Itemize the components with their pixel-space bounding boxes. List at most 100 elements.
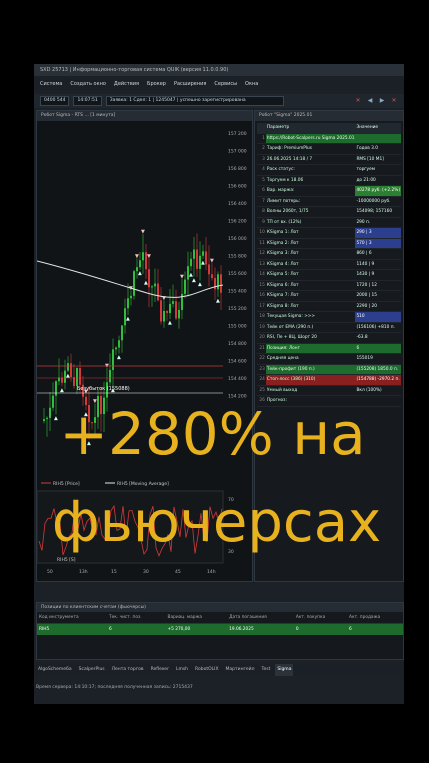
table-row[interactable]: 7 Лимит потерь: -10000000 руб. — [257, 196, 401, 207]
menu-actions[interactable]: Действия — [114, 78, 139, 90]
sell-marker-icon: ▼ — [180, 274, 184, 280]
param-value: (154788) -2970.2 п. — [355, 374, 401, 386]
candle-body — [202, 251, 204, 256]
candle-body — [121, 325, 123, 341]
chart-panel-title: Робот Sigma - RTS ... [1 минута] — [37, 111, 252, 121]
buy-marker-icon: ▲ — [198, 282, 202, 288]
row-number: 10 — [257, 227, 266, 239]
table-row[interactable]: 18 Текущая Sigma: >>> 510 — [257, 311, 401, 323]
account-field[interactable]: 0400 544 — [40, 96, 70, 106]
param-name: Лимит потерь: — [265, 196, 356, 207]
table-row[interactable]: 1 https://Robot-Scalpers.ru Sigma 2025.01 — [257, 133, 401, 144]
table-row[interactable]: 10 КSigma 1: Лот 290 | 3 — [257, 227, 401, 239]
price-tick-label: 154 200 — [228, 394, 247, 400]
window-tabs: AlgoScheme6a ScalperPlus Лента торгов Refle… — [34, 664, 404, 676]
row-number: 5 — [257, 175, 266, 186]
param-value: 290 | 3 — [355, 227, 401, 239]
menu-windows[interactable]: Окна — [245, 78, 258, 90]
menu-system[interactable]: Система — [40, 78, 62, 90]
row-number: 14 — [257, 269, 266, 281]
param-value: 155019 — [355, 353, 401, 365]
back-icon[interactable]: ◀ — [366, 97, 374, 105]
legend-ma-label: RIH5 [Moving Average] — [117, 481, 169, 487]
candle-body — [220, 274, 222, 293]
row-number: 19 — [257, 322, 266, 333]
param-name: КSigma 2: Лот — [265, 238, 356, 249]
row-number: 16 — [257, 290, 266, 302]
tab-3[interactable]: Reflexer — [149, 664, 171, 676]
menu-broker[interactable]: Брокер — [147, 78, 166, 90]
tab-0[interactable]: AlgoScheme6a — [36, 664, 74, 676]
candle-body — [118, 340, 120, 348]
tab-1[interactable]: ScalperPlus — [77, 664, 107, 676]
param-value: 40278 руб. (+2.2%) — [355, 185, 401, 197]
menu-create-window[interactable]: Создать окно — [70, 78, 106, 90]
stop-icon[interactable]: ✕ — [354, 97, 362, 105]
table-row[interactable]: 5 Торгуем к 18.06 до 21:00 — [257, 175, 401, 186]
table-row[interactable]: 25 Умный выход Вкл (100%) — [257, 385, 401, 396]
candle-body — [130, 295, 132, 299]
x-tick-label: 14h — [207, 569, 216, 575]
tab-2[interactable]: Лента торгов — [110, 664, 146, 676]
forward-icon[interactable]: ▶ — [378, 97, 386, 105]
param-name: КSigma 3: Лот — [265, 248, 356, 260]
param-name: КSigma 4: Лот — [265, 259, 356, 270]
candle-body — [154, 283, 156, 287]
param-value: 570 | 3 — [355, 238, 401, 249]
table-row[interactable]: 17 КSigma 8: Лот 2290 | 20 — [257, 301, 401, 312]
table-row[interactable]: 4 Раск статус: торгуем — [257, 164, 401, 176]
table-row[interactable]: 16 КSigma 7: Лот 2000 | 15 — [257, 290, 401, 302]
tab-6[interactable]: Мартингейл — [224, 664, 257, 676]
row-number: 12 — [257, 248, 266, 260]
table-row[interactable]: 24 Стоп-лосс (386) (310) (154788) -2970.2 … — [257, 374, 401, 386]
tab-7[interactable]: Test — [259, 664, 272, 676]
param-name: КSigma 7: Лот — [265, 290, 356, 302]
robot-panel-title: Робот "Sigma" 2025.01 — [255, 111, 403, 121]
row-number: 7 — [257, 196, 266, 207]
sell-marker-icon: ▼ — [135, 253, 139, 259]
menu-extensions[interactable]: Расширения — [174, 78, 206, 90]
table-row[interactable]: 20 RSI, Пе + 8Ц, Шорт 20 -63.8 — [257, 332, 401, 344]
param-value: торгуем — [355, 164, 401, 176]
price-tick-label: 156 000 — [228, 236, 247, 242]
table-row[interactable]: 3 26.06.2025 14:18 / 7 RMS [10 M1] — [257, 154, 401, 165]
menu-services[interactable]: Сервисы — [214, 78, 237, 90]
table-row[interactable]: 9 ТП от вх. (12%) 290 п. — [257, 217, 401, 228]
table-row[interactable]: 12 КSigma 3: Лот 860 | 6 — [257, 248, 401, 260]
candle-body — [196, 249, 198, 269]
row-number: 4 — [257, 164, 266, 176]
param-value: 1720 | 12 — [355, 280, 401, 291]
param-name: КSigma 1: Лот — [265, 227, 356, 239]
quik-terminal-window: SXD 25713 | Информационно-торговая систе… — [34, 64, 404, 704]
param-name: КSigma 8: Лот — [265, 301, 356, 312]
candle-body — [208, 264, 210, 275]
table-row[interactable]: 14 КSigma 5: Лот 1430 | 9 — [257, 269, 401, 281]
tab-4[interactable]: Lmsh — [174, 664, 190, 676]
table-row[interactable]: 8 Волны 20б0т, 1/75 154098; 157160 — [257, 206, 401, 218]
table-row[interactable]: 2 Тариф: PremiumPlus Годов 3.0 — [257, 143, 401, 155]
positions-title: Позиции по клиентским счетам (фьючерсы) — [37, 603, 403, 612]
table-row[interactable]: RIH5 6 +5 270,00 19.06.2025 0 6 — [37, 623, 403, 635]
table-row[interactable]: 13 КSigma 4: Лот 1140 | 9 — [257, 259, 401, 270]
table-row[interactable]: 23 Тейк-профит (190 п.) (155208) 1850.0 п. — [257, 364, 401, 375]
candle-body — [205, 251, 207, 265]
candle-body — [190, 258, 192, 267]
candle-body — [217, 274, 219, 290]
table-row[interactable]: 15 КSigma 6: Лот 1720 | 12 — [257, 280, 401, 291]
table-row[interactable]: 21 Позиция: Лонг 6 — [257, 343, 401, 354]
row-number: 22 — [257, 353, 266, 365]
table-row[interactable]: 19 Тейк от ЕМА (290 п.) (156106) +810 п. — [257, 322, 401, 333]
table-row[interactable]: 11 КSigma 2: Лот 570 | 3 — [257, 238, 401, 249]
buy-marker-icon: ▲ — [144, 280, 148, 286]
sell-marker-icon: ▼ — [210, 258, 214, 264]
table-row[interactable]: 6 Вар. маржа: 40278 руб. (+2.2%) — [257, 185, 401, 197]
buy-marker-icon: ▲ — [60, 387, 64, 393]
tab-8[interactable]: Sigma — [275, 664, 294, 676]
close-icon[interactable]: ✕ — [390, 97, 398, 105]
price-tick-label: 155 600 — [228, 271, 247, 277]
candle-body — [76, 368, 78, 386]
legend-price-label: RIH5 [Price] — [53, 481, 80, 487]
tab-5[interactable]: RobotOLIX — [193, 664, 221, 676]
table-cell: +5 270,00 — [165, 623, 228, 635]
table-row[interactable]: 22 Средняя цена 155019 — [257, 353, 401, 365]
